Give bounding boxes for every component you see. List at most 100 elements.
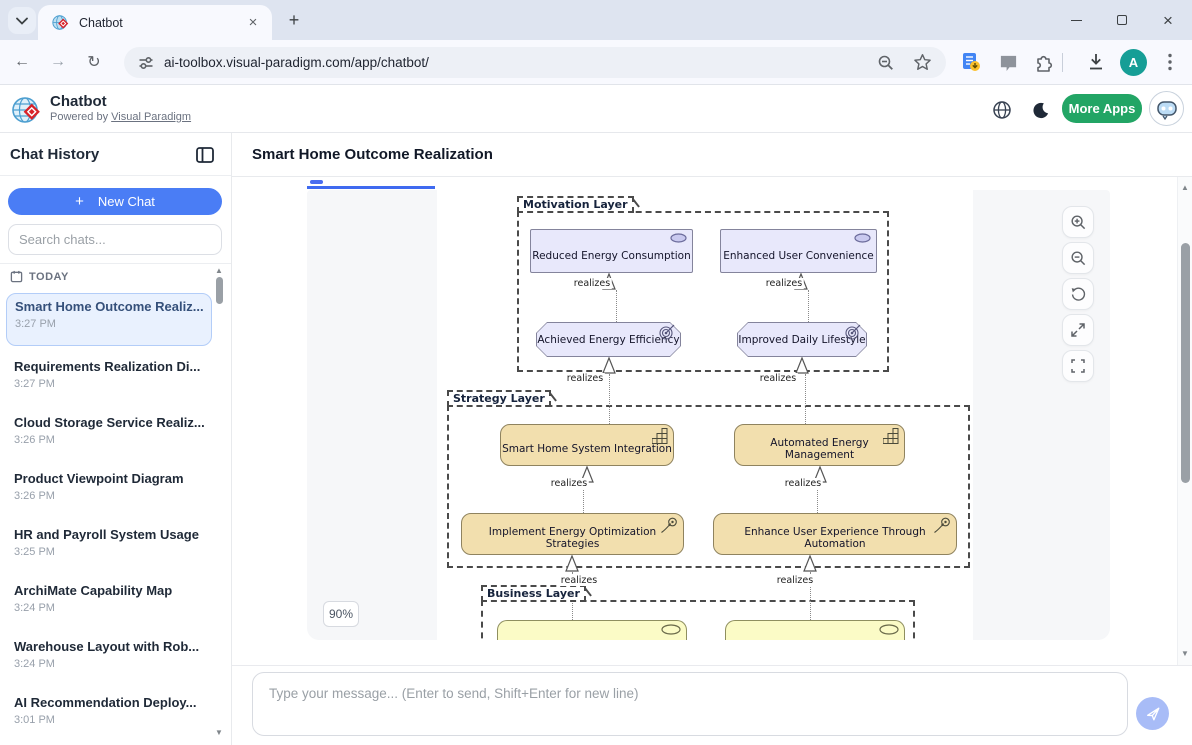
back-button[interactable]: ←: [10, 50, 34, 74]
dark-mode-moon-icon[interactable]: [1028, 98, 1052, 122]
window-minimize-button[interactable]: [1061, 5, 1091, 35]
course-implement-energy-optimization[interactable]: Implement Energy Optimization Strategies: [461, 513, 684, 555]
powered-by: Powered by Visual Paradigm: [50, 111, 191, 123]
app-title: Chatbot: [50, 93, 107, 110]
scroll-down-arrow[interactable]: ▼: [1181, 649, 1189, 658]
extensions-puzzle-icon[interactable]: [1032, 50, 1056, 74]
goal-reduced-energy-consumption[interactable]: Reduced Energy Consumption: [530, 229, 693, 273]
reload-button[interactable]: ↻: [82, 50, 106, 74]
chat-item-capability-map[interactable]: ArchiMate Capability Map 3:24 PM: [6, 578, 212, 628]
diagram-expand-button[interactable]: [1062, 314, 1094, 346]
new-chat-label: New Chat: [98, 194, 155, 209]
outcome-icon: [845, 324, 861, 340]
realizes-label: realizes: [775, 575, 815, 586]
language-globe-icon[interactable]: [990, 98, 1014, 122]
sidebar-scroll-up-arrow[interactable]: ▲: [215, 266, 223, 275]
chat-item-cloud-storage[interactable]: Cloud Storage Service Realiz... 3:26 PM: [6, 410, 212, 460]
diagram-canvas[interactable]: Motivation Layer Reduced Energy Consumpt…: [437, 190, 973, 640]
window-maximize-button[interactable]: [1107, 5, 1137, 35]
diagram-reset-view-button[interactable]: [1062, 278, 1094, 310]
diagram-message-card: Motivation Layer Reduced Energy Consumpt…: [307, 190, 1110, 640]
comment-extension-icon[interactable]: [996, 50, 1020, 74]
app-header: Chatbot Powered by Visual Paradigm More …: [0, 85, 1192, 133]
realization-line: [808, 290, 809, 322]
chat-scrollbar[interactable]: ▲ ▼: [1177, 177, 1192, 665]
visual-paradigm-logo: [11, 94, 43, 126]
browser-menu-kebab-icon[interactable]: [1158, 50, 1182, 74]
reading-list-extension-icon[interactable]: [959, 50, 983, 74]
more-apps-button[interactable]: More Apps: [1062, 94, 1142, 123]
chat-messages-area: Motivation Layer Reduced Energy Consumpt…: [232, 177, 1192, 665]
zoom-out-page-icon[interactable]: [877, 54, 895, 72]
realizes-label: realizes: [549, 478, 589, 489]
realizes-label: realizes: [565, 373, 605, 384]
scroll-up-arrow[interactable]: ▲: [1181, 183, 1189, 192]
browser-profile-avatar[interactable]: A: [1120, 49, 1147, 76]
realizes-label: realizes: [783, 478, 823, 489]
toolbar-separator: [1062, 53, 1063, 72]
browser-tab[interactable]: Chatbot ×: [38, 5, 272, 40]
goal-icon: [854, 233, 871, 243]
capability-smart-home-system-integration[interactable]: Smart Home System Integration: [500, 424, 674, 466]
chat-item-ai-recommendation[interactable]: AI Recommendation Deploy... 3:01 PM: [6, 690, 212, 740]
chat-scrollbar-thumb[interactable]: [1181, 243, 1190, 483]
diagram-tab-partial[interactable]: [310, 180, 323, 184]
message-textarea[interactable]: [253, 673, 1127, 735]
chat-item-product-viewpoint[interactable]: Product Viewpoint Diagram 3:26 PM: [6, 466, 212, 516]
visual-paradigm-link[interactable]: Visual Paradigm: [111, 111, 191, 123]
chat-item-warehouse[interactable]: Warehouse Layout with Rob... 3:24 PM: [6, 634, 212, 684]
realizes-label: realizes: [559, 575, 599, 586]
minimize-icon: [1071, 20, 1082, 21]
tab-search-button[interactable]: [8, 7, 36, 34]
business-service-node[interactable]: [497, 620, 687, 640]
chat-item-requirements[interactable]: Requirements Realization Di... 3:27 PM: [6, 354, 212, 404]
capability-icon: [883, 428, 899, 444]
course-of-action-icon: [660, 517, 678, 534]
paper-plane-icon: [1145, 706, 1161, 722]
chat-item-smart-home[interactable]: Smart Home Outcome Realiz... 3:27 PM: [6, 293, 212, 346]
window-close-button[interactable]: ×: [1153, 5, 1183, 35]
course-enhance-user-experience[interactable]: Enhance User Experience Through Automati…: [713, 513, 957, 555]
robot-icon: [1155, 97, 1179, 121]
business-service-icon: [661, 624, 681, 635]
search-chats-box: [8, 224, 222, 255]
url-bar[interactable]: ai-toolbox.visual-paradigm.com/app/chatb…: [124, 47, 946, 78]
today-section-header: TODAY: [10, 270, 69, 283]
diagram-zoom-out-button[interactable]: [1062, 242, 1094, 274]
sidebar-divider: [0, 263, 231, 264]
tab-close-icon[interactable]: ×: [244, 14, 262, 32]
new-tab-button[interactable]: +: [282, 8, 306, 32]
browser-toolbar: ← → ↻ ai-toolbox.visual-paradigm.com/app…: [0, 40, 1192, 85]
active-tab-underline: [307, 186, 435, 189]
url-text: ai-toolbox.visual-paradigm.com/app/chatb…: [164, 55, 877, 70]
diagram-zoom-badge: 90%: [323, 601, 359, 627]
sidebar-scroll-down-arrow[interactable]: ▼: [215, 728, 223, 737]
sidebar-scrollbar-thumb[interactable]: [216, 277, 223, 304]
diagram-zoom-in-button[interactable]: [1062, 206, 1094, 238]
panel-icon: [196, 147, 214, 163]
goal-icon: [670, 233, 687, 243]
business-service-node[interactable]: [725, 620, 905, 640]
maximize-icon: [1117, 15, 1127, 25]
search-chats-input[interactable]: [9, 225, 221, 254]
chat-history-sidebar: Chat History + New Chat TODAY Smart Home…: [0, 133, 232, 745]
business-layer-label: Business Layer: [481, 585, 586, 602]
goal-enhanced-user-convenience[interactable]: Enhanced User Convenience: [720, 229, 877, 273]
realization-line: [609, 374, 610, 424]
realization-line: [805, 374, 806, 424]
outcome-icon: [659, 324, 675, 340]
chatbot-avatar[interactable]: [1149, 91, 1184, 126]
realizes-label: realizes: [764, 278, 804, 289]
chat-item-hr-payroll[interactable]: HR and Payroll System Usage 3:25 PM: [6, 522, 212, 572]
downloads-button[interactable]: [1084, 50, 1108, 74]
realization-arrowhead: [602, 357, 616, 374]
forward-button[interactable]: →: [46, 50, 70, 74]
capability-automated-energy-management[interactable]: Automated Energy Management: [734, 424, 905, 466]
realizes-label: realizes: [572, 278, 612, 289]
new-chat-button[interactable]: + New Chat: [8, 188, 222, 215]
diagram-fullscreen-button[interactable]: [1062, 350, 1094, 382]
send-message-button[interactable]: [1136, 697, 1169, 730]
bookmark-star-icon[interactable]: [913, 53, 932, 72]
site-settings-icon[interactable]: [138, 55, 154, 71]
collapse-sidebar-button[interactable]: [195, 145, 215, 165]
